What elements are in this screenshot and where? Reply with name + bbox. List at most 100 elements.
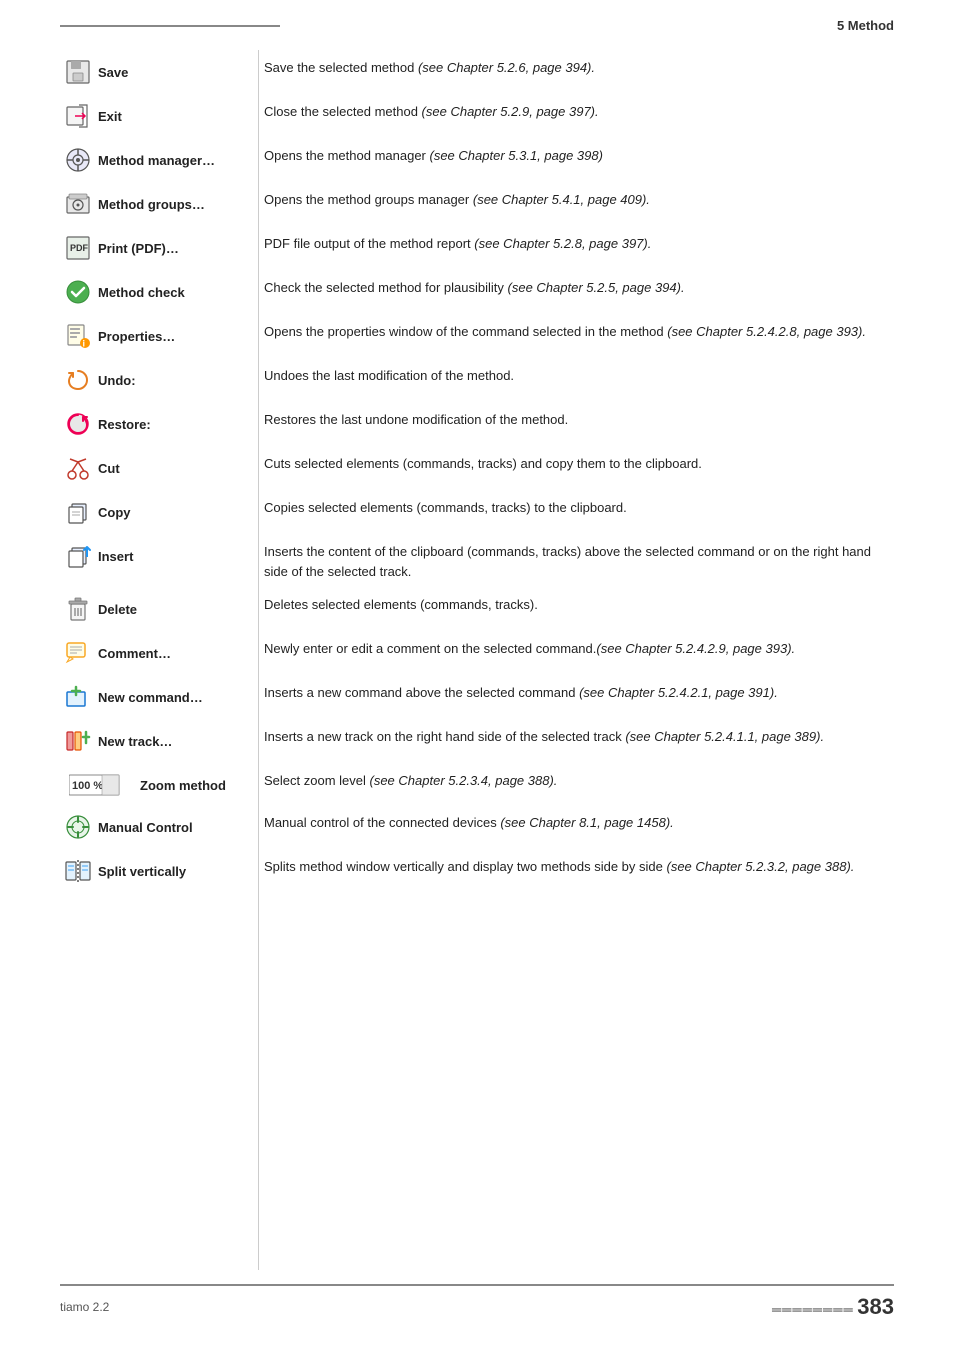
icon-label-insert: Insert bbox=[64, 542, 133, 570]
desc-cell-print-pdf: PDF file output of the method report (se… bbox=[260, 227, 894, 271]
label-properties: Properties… bbox=[98, 329, 175, 344]
table-row: Restore: Restores the last undone modific… bbox=[60, 403, 894, 447]
label-new-track: New track… bbox=[98, 734, 172, 749]
desc-cell-cut: Cuts selected elements (commands, tracks… bbox=[260, 447, 894, 491]
table-row: i Properties… Opens the properties window … bbox=[60, 315, 894, 359]
icon-cell-delete: Delete bbox=[60, 588, 260, 632]
icon-cell-comment: Comment… bbox=[60, 632, 260, 676]
method-manager-icon bbox=[64, 146, 92, 174]
desc-cell-properties: Opens the properties window of the comma… bbox=[260, 315, 894, 359]
icon-cell-print-pdf: PDF Print (PDF)… bbox=[60, 227, 260, 271]
column-divider bbox=[258, 50, 259, 1270]
desc-cell-method-check: Check the selected method for plausibili… bbox=[260, 271, 894, 315]
app-name: tiamo 2.2 bbox=[60, 1300, 109, 1314]
table-row: Save Save the selected method (see Chapte… bbox=[60, 51, 894, 95]
pdf-icon: PDF bbox=[64, 234, 92, 262]
desc-cell-method-groups: Opens the method groups manager (see Cha… bbox=[260, 183, 894, 227]
icon-label-new-track: New track… bbox=[64, 727, 172, 755]
desc-cell-manual-control: Manual control of the connected devices … bbox=[260, 806, 894, 850]
desc-cell-exit: Close the selected method (see Chapter 5… bbox=[260, 95, 894, 139]
icon-cell-method-groups: Method groups… bbox=[60, 183, 260, 227]
method-check-icon bbox=[64, 278, 92, 306]
icon-label-cut: Cut bbox=[64, 454, 120, 482]
label-print-pdf: Print (PDF)… bbox=[98, 241, 179, 256]
label-exit: Exit bbox=[98, 109, 122, 124]
page-header: 5 Method bbox=[0, 0, 954, 33]
method-groups-icon bbox=[64, 190, 92, 218]
new-track-icon bbox=[64, 727, 92, 755]
split-vertically-icon bbox=[64, 857, 92, 885]
desc-cell-comment: Newly enter or edit a comment on the sel… bbox=[260, 632, 894, 676]
label-manual-control: Manual Control bbox=[98, 820, 193, 835]
label-zoom-method: Zoom method bbox=[140, 778, 226, 793]
footer-dashes: ════════ bbox=[772, 1302, 854, 1317]
cut-icon bbox=[64, 454, 92, 482]
save-icon bbox=[64, 58, 92, 86]
icon-cell-method-manager: Method manager… bbox=[60, 139, 260, 183]
icon-cell-restore: Restore: bbox=[60, 403, 260, 447]
label-insert: Insert bbox=[98, 549, 133, 564]
table-row: DeleteDeletes selected elements (command… bbox=[60, 588, 894, 632]
undo-icon bbox=[64, 366, 92, 394]
svg-text:PDF: PDF bbox=[70, 243, 89, 253]
desc-cell-save: Save the selected method (see Chapter 5.… bbox=[260, 51, 894, 95]
table-row: CopyCopies selected elements (commands, … bbox=[60, 491, 894, 535]
svg-text:100 %: 100 % bbox=[72, 780, 103, 792]
icon-cell-zoom-method: 100 %▲▼Zoom method bbox=[60, 764, 260, 806]
icon-cell-cut: Cut bbox=[60, 447, 260, 491]
icon-label-method-groups: Method groups… bbox=[64, 190, 205, 218]
desc-cell-new-command: Inserts a new command above the selected… bbox=[260, 676, 894, 720]
desc-cell-new-track: Inserts a new track on the right hand si… bbox=[260, 720, 894, 764]
icon-label-method-manager: Method manager… bbox=[64, 146, 215, 174]
label-undo: Undo: bbox=[98, 373, 136, 388]
section-title: 5 Method bbox=[837, 18, 894, 33]
delete-icon bbox=[64, 595, 92, 623]
exit-icon bbox=[64, 102, 92, 130]
icon-cell-new-track: New track… bbox=[60, 720, 260, 764]
items-table: Save Save the selected method (see Chapte… bbox=[60, 51, 894, 894]
desc-cell-method-manager: Opens the method manager (see Chapter 5.… bbox=[260, 139, 894, 183]
icon-cell-new-command: New command… bbox=[60, 676, 260, 720]
table-row: Exit Close the selected method (see Chapt… bbox=[60, 95, 894, 139]
copy-icon bbox=[64, 498, 92, 526]
table-row: New command…Inserts a new command above … bbox=[60, 676, 894, 720]
desc-cell-restore: Restores the last undone modification of… bbox=[260, 403, 894, 447]
icon-label-undo: Undo: bbox=[64, 366, 136, 394]
icon-label-restore: Restore: bbox=[64, 410, 151, 438]
table-row: Cut Cuts selected elements (commands, tra… bbox=[60, 447, 894, 491]
table-row: Method checkCheck the selected method fo… bbox=[60, 271, 894, 315]
properties-icon: i bbox=[64, 322, 92, 350]
icon-label-properties: i Properties… bbox=[64, 322, 175, 350]
label-method-manager: Method manager… bbox=[98, 153, 215, 168]
desc-cell-insert: Inserts the content of the clipboard (co… bbox=[260, 535, 894, 588]
label-copy: Copy bbox=[98, 505, 131, 520]
header-rule bbox=[60, 25, 280, 27]
page: 5 Method Save Save the selected method (s… bbox=[0, 0, 954, 1350]
page-footer: tiamo 2.2 ════════ 383 bbox=[60, 1284, 894, 1320]
icon-cell-manual-control: Manual Control bbox=[60, 806, 260, 850]
icon-label-split-vertically: Split vertically bbox=[64, 857, 186, 885]
table-row: Comment… Newly enter or edit a comment on… bbox=[60, 632, 894, 676]
page-number-area: ════════ 383 bbox=[772, 1294, 894, 1320]
table-row: Manual Control Manual control of the conn… bbox=[60, 806, 894, 850]
label-comment: Comment… bbox=[98, 646, 171, 661]
comment-icon bbox=[64, 639, 92, 667]
svg-text:i: i bbox=[83, 339, 86, 349]
label-delete: Delete bbox=[98, 602, 137, 617]
content-area: Save Save the selected method (see Chapte… bbox=[0, 51, 954, 894]
page-number: 383 bbox=[857, 1294, 894, 1319]
table-row: New track… Inserts a new track on the rig… bbox=[60, 720, 894, 764]
icon-cell-method-check: Method check bbox=[60, 271, 260, 315]
table-row: Undo: Undoes the last modification of the… bbox=[60, 359, 894, 403]
table-row: Method groups… Opens the method groups ma… bbox=[60, 183, 894, 227]
label-cut: Cut bbox=[98, 461, 120, 476]
desc-cell-zoom-method: Select zoom level (see Chapter 5.2.3.4, … bbox=[260, 764, 894, 806]
icon-label-save: Save bbox=[64, 58, 128, 86]
icon-cell-save: Save bbox=[60, 51, 260, 95]
icon-cell-exit: Exit bbox=[60, 95, 260, 139]
icon-label-comment: Comment… bbox=[64, 639, 171, 667]
table-row: Insert Inserts the content of the clipboa… bbox=[60, 535, 894, 588]
desc-cell-undo: Undoes the last modification of the meth… bbox=[260, 359, 894, 403]
icon-label-manual-control: Manual Control bbox=[64, 813, 193, 841]
label-restore: Restore: bbox=[98, 417, 151, 432]
